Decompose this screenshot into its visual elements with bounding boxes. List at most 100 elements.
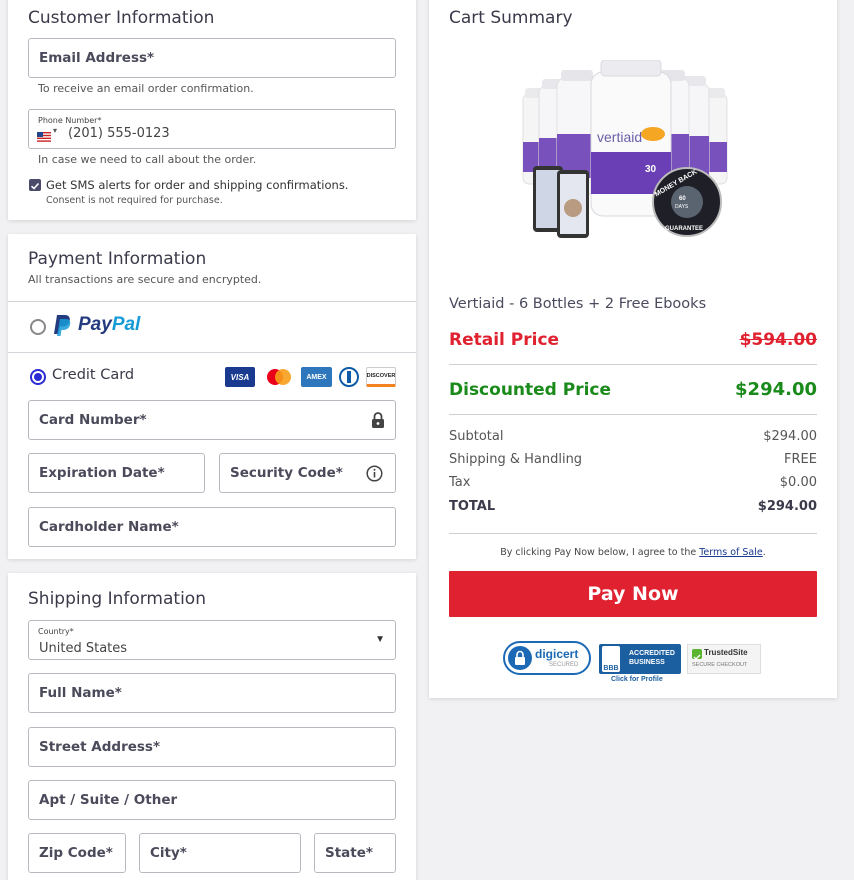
discounted-price-label: Discounted Price: [449, 380, 612, 400]
full-name-field[interactable]: Full Name*: [28, 673, 396, 713]
sms-label: Get SMS alerts for order and shipping co…: [46, 178, 349, 192]
credit-card-radio[interactable]: [30, 369, 46, 385]
digicert-badge[interactable]: digicert SECURED: [503, 641, 591, 675]
zip-code-label: Zip Code*: [39, 845, 113, 861]
security-code-label: Security Code*: [230, 465, 343, 481]
subtotal-row: Subtotal $294.00: [449, 429, 817, 444]
card-number-label: Card Number*: [39, 412, 147, 428]
paypal-logo: Pay Pal: [52, 312, 140, 338]
state-field[interactable]: State*: [314, 833, 396, 873]
customer-info-card: Customer Information Email Address* To r…: [8, 0, 416, 220]
paypal-text-pay: Pay: [78, 314, 112, 335]
tax-label: Tax: [449, 475, 471, 490]
pay-now-button[interactable]: Pay Now: [449, 571, 817, 617]
sms-consent: Consent is not required for purchase.: [46, 195, 223, 206]
country-select[interactable]: Country* United States ▼: [28, 620, 396, 660]
mastercard-icon: [264, 367, 294, 387]
shipping-info-title: Shipping Information: [28, 589, 206, 609]
svg-text:60: 60: [679, 196, 686, 202]
product-image: vertiaid 30 60 DAYS MONEY BACK GUARANTEE: [517, 59, 757, 244]
chevron-down-icon: ▾: [53, 126, 58, 135]
expiration-date-field[interactable]: Expiration Date*: [28, 453, 205, 493]
subtotal-label: Subtotal: [449, 429, 504, 444]
terms-prefix: By clicking Pay Now below, I agree to th…: [500, 547, 700, 558]
bbb-badge[interactable]: BBB ACCREDITED BUSINESS Click for Profil…: [599, 644, 681, 686]
discounted-price-value: $294.00: [735, 379, 817, 400]
svg-text:30: 30: [645, 164, 657, 175]
digicert-sub: SECURED: [549, 662, 579, 668]
caret-down-icon: ▼: [375, 634, 385, 645]
customer-info-title: Customer Information: [28, 8, 215, 28]
digicert-text: digicert: [535, 647, 579, 661]
email-field[interactable]: Email Address*: [28, 38, 396, 78]
discover-icon: DISCOVER: [366, 367, 396, 387]
terms-suffix: .: [762, 547, 766, 558]
bbb-line2: BUSINESS: [629, 659, 665, 666]
total-row: TOTAL $294.00: [449, 499, 817, 514]
payment-info-card: Payment Information All transactions are…: [8, 234, 416, 559]
bbb-torch-icon: BBB: [602, 646, 620, 672]
bbb-line1: ACCREDITED: [629, 650, 675, 657]
country-value: United States: [39, 641, 128, 656]
paypal-option[interactable]: Pay Pal: [8, 302, 416, 352]
checkmark-icon: [692, 649, 702, 660]
street-address-label: Street Address*: [39, 739, 161, 755]
terms-text: By clicking Pay Now below, I agree to th…: [429, 547, 837, 558]
zip-code-field[interactable]: Zip Code*: [28, 833, 126, 873]
lock-icon: [508, 646, 532, 670]
paypal-radio[interactable]: [30, 319, 46, 335]
credit-card-label[interactable]: Credit Card: [52, 367, 134, 383]
info-icon[interactable]: [366, 465, 383, 482]
subtotal-value: $294.00: [763, 429, 817, 444]
street-address-field[interactable]: Street Address*: [28, 727, 396, 767]
country-label: Country*: [38, 627, 74, 636]
phone-label: Phone Number*: [38, 116, 102, 125]
cart-summary-card: Cart Summary vertiaid 30 60 DAYS MONEY B…: [429, 0, 837, 698]
diners-icon: [338, 367, 360, 387]
shipping-value: FREE: [784, 452, 817, 467]
sms-checkbox[interactable]: [29, 179, 41, 191]
flag-us-icon[interactable]: ▾: [37, 126, 59, 142]
cart-summary-title: Cart Summary: [449, 8, 573, 28]
state-label: State*: [325, 845, 373, 861]
divider: [449, 533, 817, 534]
expiration-date-label: Expiration Date*: [39, 465, 165, 481]
card-number-field[interactable]: Card Number*: [28, 400, 396, 440]
trustedsite-badge[interactable]: TrustedSite SECURE CHECKOUT: [687, 644, 761, 674]
security-code-field[interactable]: Security Code*: [219, 453, 396, 493]
paypal-icon: [54, 315, 71, 336]
apt-suite-field[interactable]: Apt / Suite / Other: [28, 780, 396, 820]
city-field[interactable]: City*: [139, 833, 301, 873]
apt-suite-label: Apt / Suite / Other: [39, 792, 178, 808]
product-brand-text: vertiaid: [597, 129, 642, 145]
shipping-label: Shipping & Handling: [449, 452, 583, 467]
email-label: Email Address*: [39, 50, 155, 66]
city-label: City*: [150, 845, 187, 861]
visa-icon: VISA: [225, 367, 255, 387]
trustedsite-sub: SECURE CHECKOUT: [692, 662, 748, 668]
tax-row: Tax $0.00: [449, 475, 817, 490]
full-name-label: Full Name*: [39, 685, 122, 701]
svg-text:GUARANTEE: GUARANTEE: [665, 226, 703, 232]
product-name: Vertiaid - 6 Bottles + 2 Free Ebooks: [449, 296, 707, 312]
svg-text:DAYS: DAYS: [675, 204, 689, 210]
bbb-profile-link[interactable]: Click for Profile: [611, 676, 663, 683]
lock-icon: [372, 412, 384, 428]
cardholder-name-field[interactable]: Cardholder Name*: [28, 507, 396, 547]
shipping-row: Shipping & Handling FREE: [449, 452, 817, 467]
divider: [449, 364, 817, 365]
email-hint: To receive an email order confirmation.: [38, 82, 254, 95]
check-icon: [30, 182, 40, 190]
phone-value: (201) 555-0123: [68, 126, 170, 141]
phone-hint: In case we need to call about the order.: [38, 153, 257, 166]
divider: [449, 414, 817, 415]
divider: [8, 352, 416, 353]
shipping-info-card: Shipping Information Country* United Sta…: [8, 573, 416, 880]
trustedsite-name: TrustedSite: [704, 648, 748, 657]
payment-subtitle: All transactions are secure and encrypte…: [28, 273, 262, 286]
terms-of-sale-link[interactable]: Terms of Sale: [699, 547, 763, 558]
total-value: $294.00: [757, 499, 817, 514]
bbb-box: BBB ACCREDITED BUSINESS: [599, 644, 681, 674]
phone-field[interactable]: Phone Number* ▾ (201) 555-0123: [28, 109, 396, 149]
payment-info-title: Payment Information: [28, 249, 207, 269]
